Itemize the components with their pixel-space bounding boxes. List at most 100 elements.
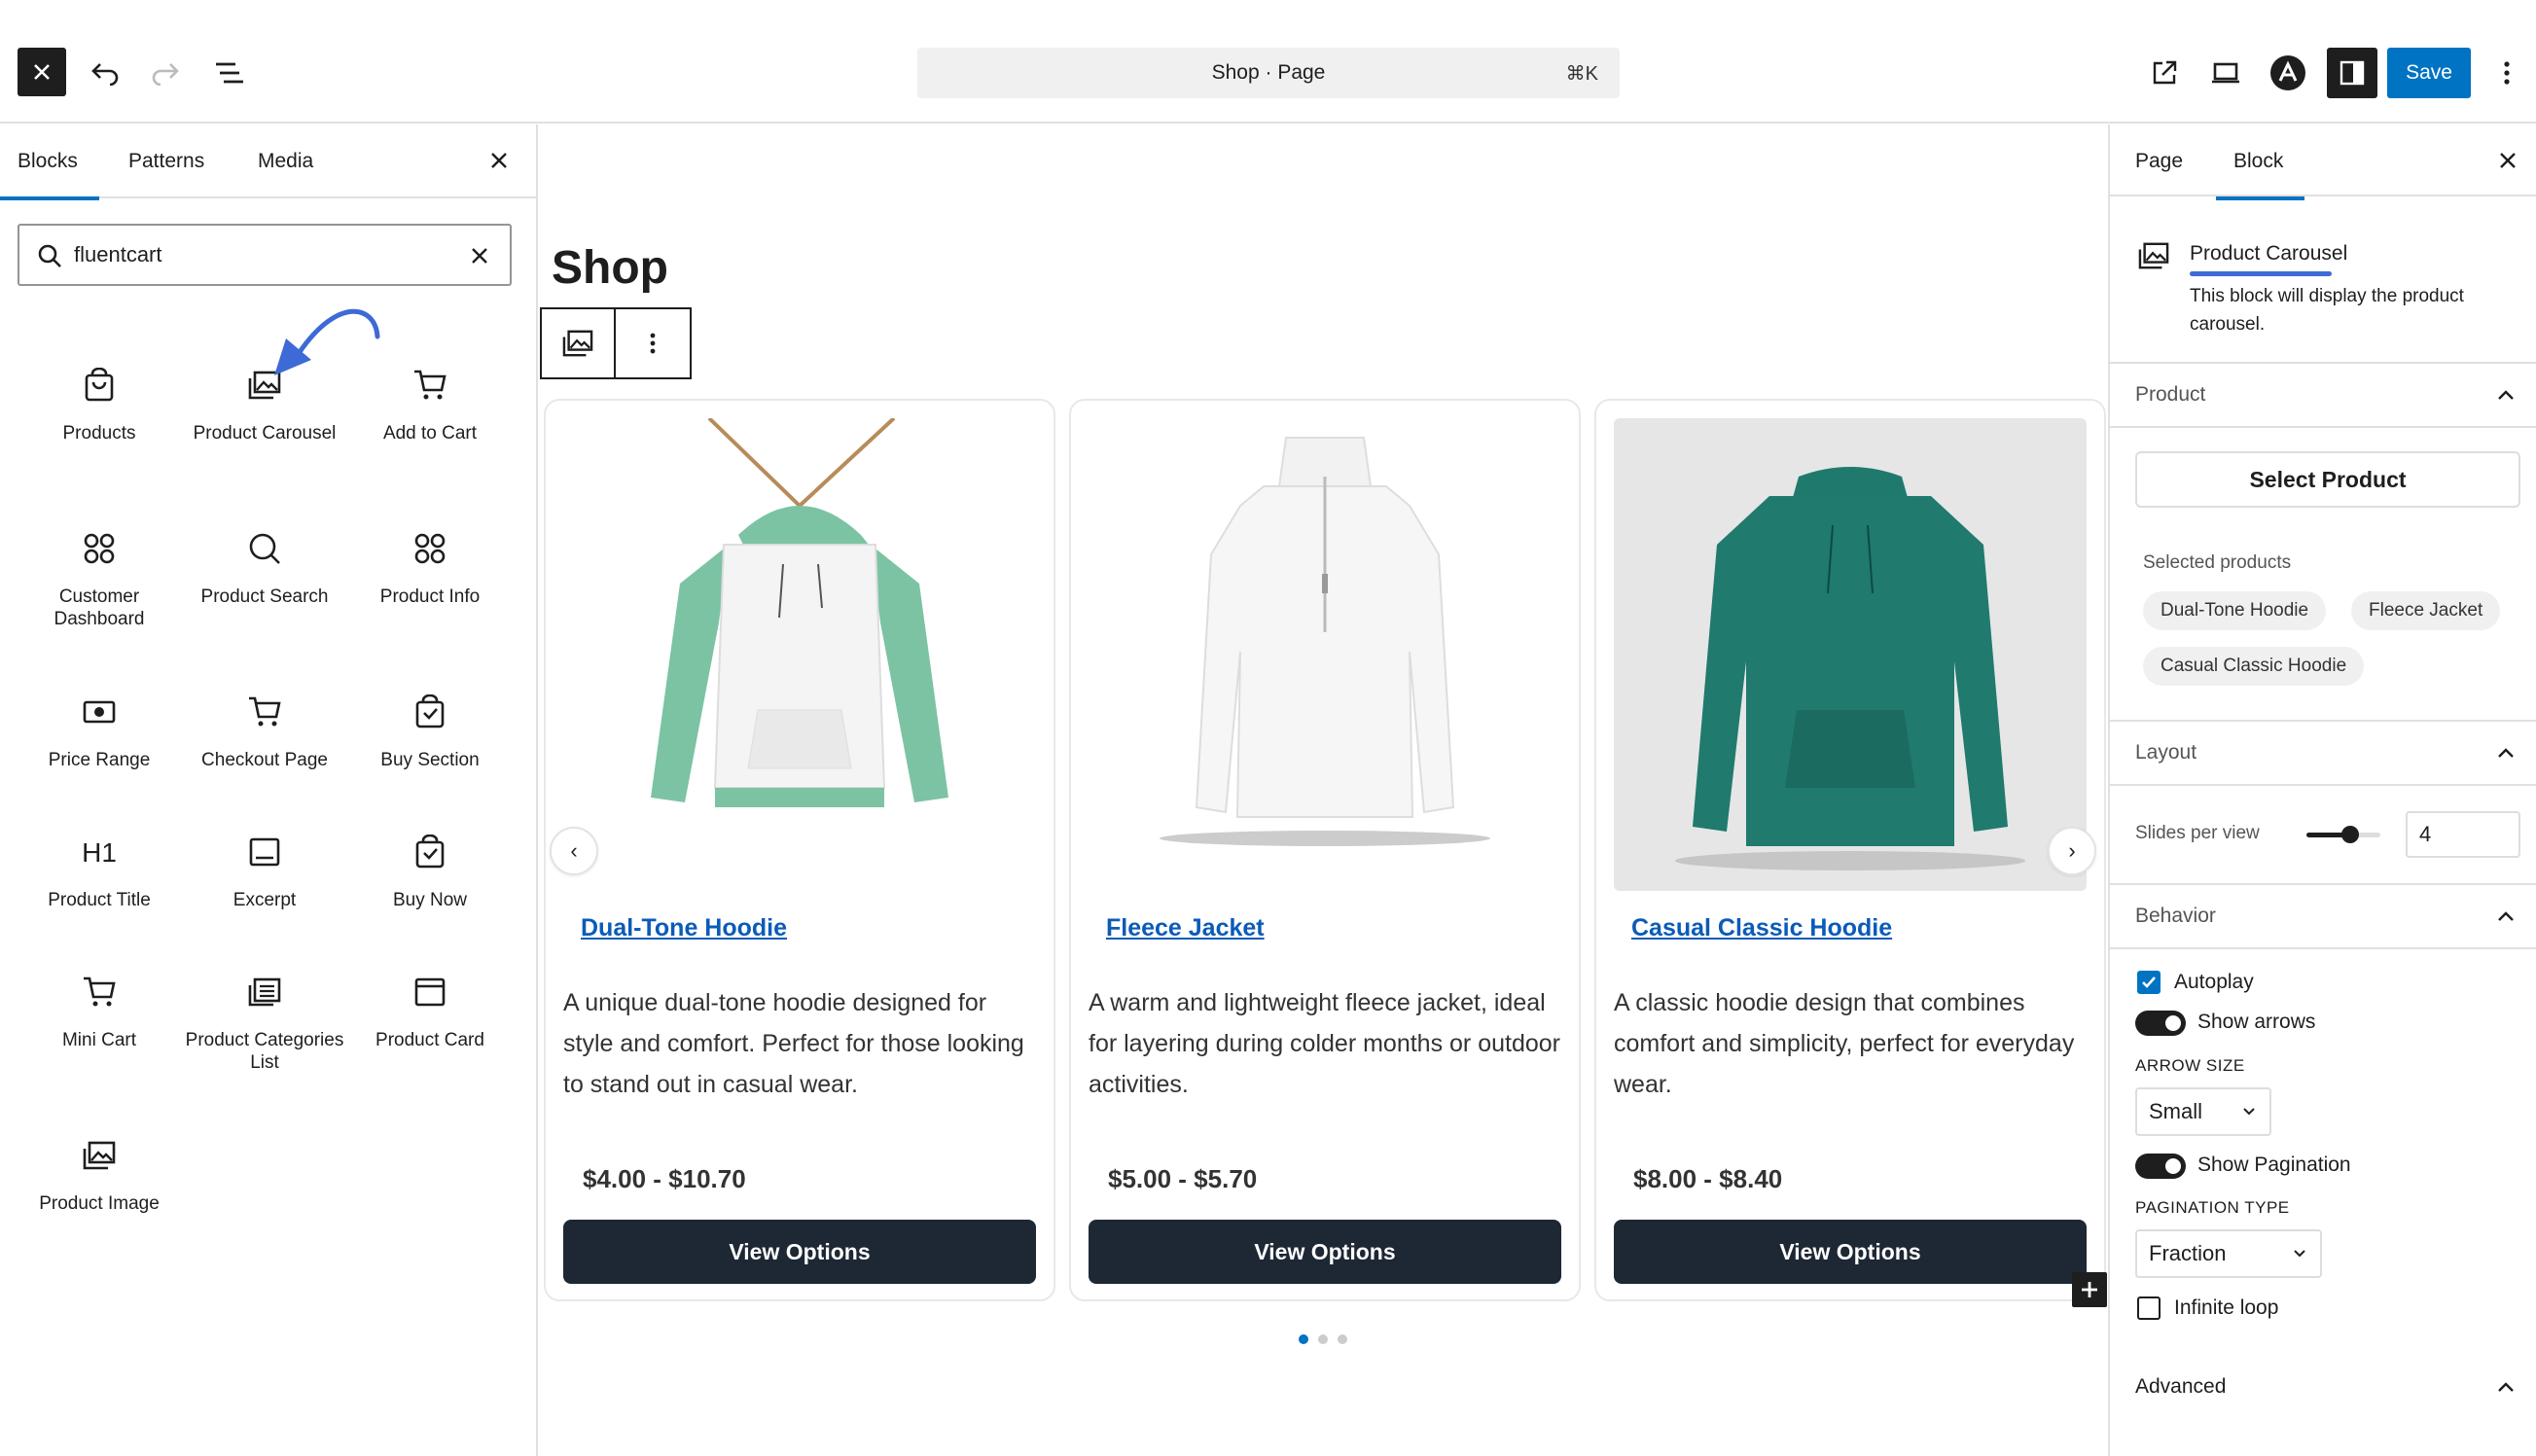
block-item-excerpt[interactable]: Excerpt: [182, 833, 347, 911]
block-item-product-image[interactable]: Product Image: [17, 1136, 182, 1215]
select-product-button[interactable]: Select Product: [2135, 451, 2520, 508]
tab-page[interactable]: Page: [2135, 124, 2183, 198]
command-palette-bar[interactable]: Shop · Page ⌘K: [917, 48, 1620, 98]
autoplay-checkbox[interactable]: [2137, 971, 2161, 994]
block-search-input[interactable]: fluentcart: [18, 224, 512, 286]
product-image[interactable]: [1089, 418, 1561, 891]
pagination-dot[interactable]: [1299, 1334, 1308, 1344]
product-price: $8.00 - $8.40: [1633, 1164, 1783, 1193]
redo-icon: [152, 63, 179, 86]
block-item-customer-dashboard[interactable]: Customer Dashboard: [17, 529, 182, 630]
show-arrows-label: Show arrows: [2197, 1011, 2316, 1033]
clear-search-icon[interactable]: [471, 247, 488, 265]
undo-button[interactable]: [86, 53, 125, 92]
slider-handle[interactable]: [2341, 826, 2359, 843]
selected-product-chip[interactable]: Casual Classic Hoodie: [2143, 647, 2365, 686]
desktop-icon: [2212, 62, 2239, 84]
annotation-underline: [2190, 271, 2332, 276]
chevron-down-icon: [2243, 1108, 2255, 1116]
block-item-buy-now[interactable]: Buy Now: [347, 833, 513, 911]
block-item-products[interactable]: Products: [17, 366, 182, 444]
bag-icon: [415, 694, 445, 728]
block-item-buy-section[interactable]: Buy Section: [347, 692, 513, 771]
slides-per-view-input[interactable]: 4: [2406, 811, 2520, 858]
view-options-button[interactable]: View Options: [1089, 1220, 1561, 1284]
block-item-product-title[interactable]: H1 Product Title: [17, 833, 182, 911]
tab-blocks[interactable]: Blocks: [0, 124, 99, 200]
product-image[interactable]: [563, 418, 1036, 891]
close-inserter-button[interactable]: [482, 144, 516, 177]
block-item-mini-cart[interactable]: Mini Cart: [17, 973, 182, 1051]
page-title[interactable]: Shop: [552, 241, 668, 295]
product-title-link[interactable]: Casual Classic Hoodie: [1631, 914, 1892, 942]
annotation-arrow: [274, 308, 380, 375]
block-card-title: Product Carousel: [2190, 242, 2348, 265]
panel-advanced-header[interactable]: Advanced: [2110, 1355, 2536, 1419]
show-arrows-toggle[interactable]: [2135, 1011, 2186, 1036]
pagination-dot[interactable]: [1338, 1334, 1347, 1344]
panel-title: Product: [2135, 383, 2206, 406]
add-block-button[interactable]: [2072, 1272, 2107, 1307]
panel-product-header[interactable]: Product: [2110, 362, 2536, 426]
block-item-price-range[interactable]: Price Range: [17, 692, 182, 771]
panel-behavior-header[interactable]: Behavior: [2110, 883, 2536, 947]
cart-icon: [84, 977, 116, 1007]
product-title-link[interactable]: Dual-Tone Hoodie: [581, 914, 787, 942]
carousel-next-button[interactable]: ›: [2048, 827, 2096, 875]
editor-canvas: Shop Dual-Tone Hoodie A unique dual-tone…: [540, 124, 2108, 1456]
block-label: Product Info: [379, 586, 481, 607]
divider: [2110, 784, 2536, 786]
editor-header: Shop · Page ⌘K Save: [0, 0, 2536, 124]
panel-layout-header[interactable]: Layout: [2110, 720, 2536, 784]
product-card: Fleece Jacket A warm and lightweight fle…: [1069, 399, 1581, 1301]
device-preview-button[interactable]: [2206, 53, 2245, 92]
selected-product-chip[interactable]: Dual-Tone Hoodie: [2143, 591, 2327, 630]
block-item-checkout-page[interactable]: Checkout Page: [182, 692, 347, 771]
search-value: fluentcart: [74, 242, 162, 266]
close-settings-button[interactable]: [2491, 144, 2524, 177]
command-bar-title: Shop · Page: [1211, 61, 1326, 84]
cart-icon: [414, 370, 446, 400]
carousel-prev-button[interactable]: ‹: [550, 827, 598, 875]
block-label: Buy Now: [392, 890, 468, 910]
view-options-button[interactable]: View Options: [1614, 1220, 2087, 1284]
pagination-dot[interactable]: [1318, 1334, 1328, 1344]
settings-toggle-button[interactable]: [2327, 48, 2377, 98]
block-label: Excerpt: [232, 890, 297, 910]
slides-per-view-label: Slides per view: [2135, 823, 2260, 843]
undo-icon: [91, 63, 119, 86]
pagination-type-select[interactable]: Fraction: [2135, 1229, 2322, 1278]
show-pagination-toggle[interactable]: [2135, 1154, 2186, 1179]
save-button[interactable]: Save: [2387, 48, 2471, 98]
block-item-product-info[interactable]: Product Info: [347, 529, 513, 608]
block-item-product-card[interactable]: Product Card: [347, 973, 513, 1051]
infinite-loop-checkbox[interactable]: [2137, 1296, 2161, 1320]
pagination-type-label: PAGINATION TYPE: [2135, 1198, 2290, 1217]
close-editor-button[interactable]: [18, 48, 66, 96]
product-image[interactable]: [1614, 418, 2087, 891]
view-options-button[interactable]: View Options: [563, 1220, 1036, 1284]
block-type-button[interactable]: [542, 309, 617, 377]
block-item-product-categories-list[interactable]: Product Categories List: [182, 973, 347, 1074]
block-item-product-search[interactable]: Product Search: [182, 529, 347, 608]
plugin-button[interactable]: [2268, 53, 2307, 92]
document-overview-button[interactable]: [208, 53, 251, 92]
pagination-type-value: Fraction: [2149, 1241, 2227, 1265]
close-icon: [2500, 153, 2516, 168]
show-pagination-label: Show Pagination: [2197, 1154, 2351, 1176]
tab-media[interactable]: Media: [258, 124, 313, 198]
product-price: $5.00 - $5.70: [1108, 1164, 1258, 1193]
selected-product-chip[interactable]: Fleece Jacket: [2351, 591, 2501, 630]
tab-patterns[interactable]: Patterns: [128, 124, 204, 198]
block-label: Product Image: [39, 1193, 160, 1214]
external-link-icon: [2153, 60, 2177, 85]
block-options-button[interactable]: [616, 309, 690, 377]
redo-button[interactable]: [146, 53, 185, 92]
tab-block[interactable]: Block: [2215, 124, 2305, 200]
view-page-button[interactable]: [2145, 53, 2184, 92]
block-toolbar: [540, 307, 692, 379]
options-menu-button[interactable]: [2490, 53, 2523, 92]
arrow-size-select[interactable]: Small: [2135, 1087, 2271, 1136]
product-title-link[interactable]: Fleece Jacket: [1106, 914, 1265, 942]
sidebar-icon: [2340, 60, 2365, 86]
